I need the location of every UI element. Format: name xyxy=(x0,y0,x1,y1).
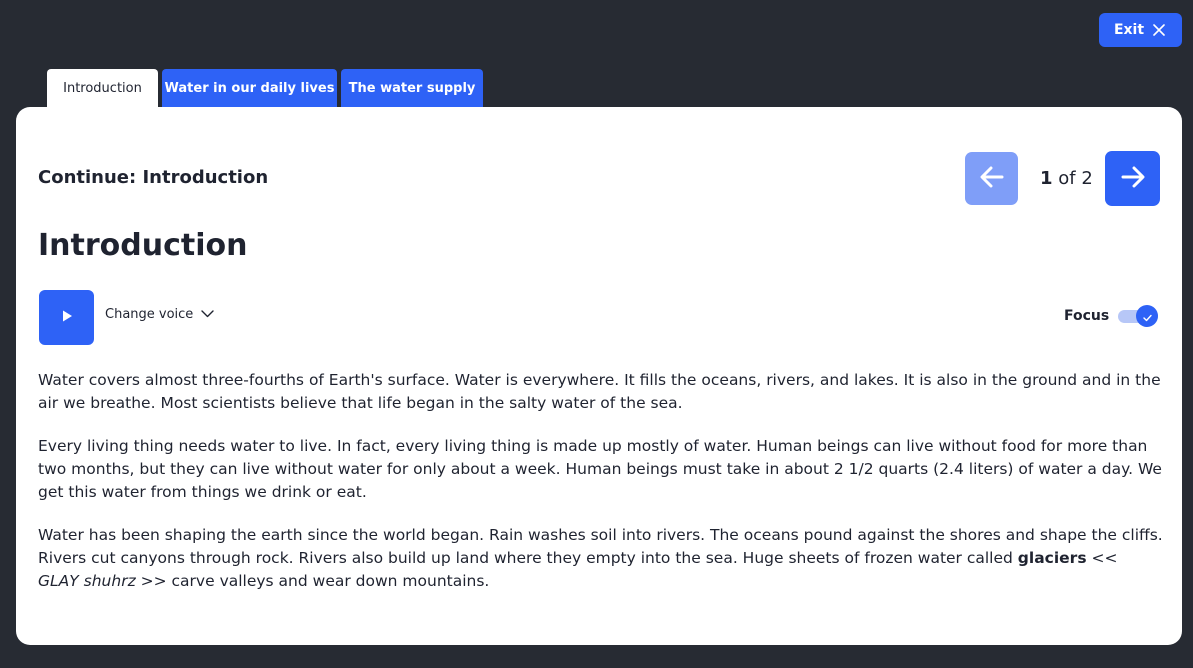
paragraph-text: Water has been shaping the earth since t… xyxy=(38,526,1163,567)
paragraph-text: carve valleys and wear down mountains. xyxy=(166,572,490,590)
tab-label: Water in our daily lives xyxy=(164,81,335,96)
continue-title: Continue: Introduction xyxy=(38,167,269,188)
tab-label: Introduction xyxy=(63,81,142,96)
lesson-tabs: Introduction Water in our daily lives Th… xyxy=(47,69,483,108)
current-page: 1 xyxy=(1040,168,1053,189)
change-voice-label: Change voice xyxy=(105,307,194,322)
play-audio-button[interactable] xyxy=(39,290,94,345)
play-icon xyxy=(60,308,74,327)
page-indicator: 1 of 2 xyxy=(1040,168,1093,189)
exit-button[interactable]: Exit xyxy=(1099,13,1182,47)
check-icon xyxy=(1143,307,1152,326)
tab-introduction[interactable]: Introduction xyxy=(47,69,158,108)
total-pages: of 2 xyxy=(1058,168,1093,189)
focus-label: Focus xyxy=(1064,308,1110,324)
tab-water-in-our-daily-lives[interactable]: Water in our daily lives xyxy=(162,69,337,108)
focus-toggle[interactable] xyxy=(1118,305,1160,327)
glossary-term[interactable]: glaciers xyxy=(1018,549,1087,567)
arrow-right-icon xyxy=(1121,166,1145,192)
next-page-button[interactable] xyxy=(1105,151,1160,206)
close-icon xyxy=(1153,24,1165,36)
lesson-card: Continue: Introduction 1 of 2 Introducti… xyxy=(16,107,1182,645)
tab-label: The water supply xyxy=(348,81,476,96)
pager: 1 of 2 xyxy=(965,151,1161,206)
exit-label: Exit xyxy=(1113,22,1145,38)
previous-page-button[interactable] xyxy=(965,152,1018,205)
lesson-body: Water covers almost three-fourths of Ear… xyxy=(38,369,1163,613)
paragraph: Every living thing needs water to live. … xyxy=(38,437,1162,501)
chevron-down-icon xyxy=(201,307,215,322)
change-voice-dropdown[interactable]: Change voice xyxy=(105,307,215,322)
focus-control: Focus xyxy=(1064,305,1160,327)
paragraph: Water covers almost three-fourths of Ear… xyxy=(38,371,1161,412)
arrow-left-icon xyxy=(980,166,1004,192)
toggle-knob xyxy=(1136,305,1159,327)
page-title: Introduction xyxy=(38,228,248,263)
tab-the-water-supply[interactable]: The water supply xyxy=(341,69,483,108)
paragraph: Water has been shaping the earth since t… xyxy=(38,524,1163,593)
